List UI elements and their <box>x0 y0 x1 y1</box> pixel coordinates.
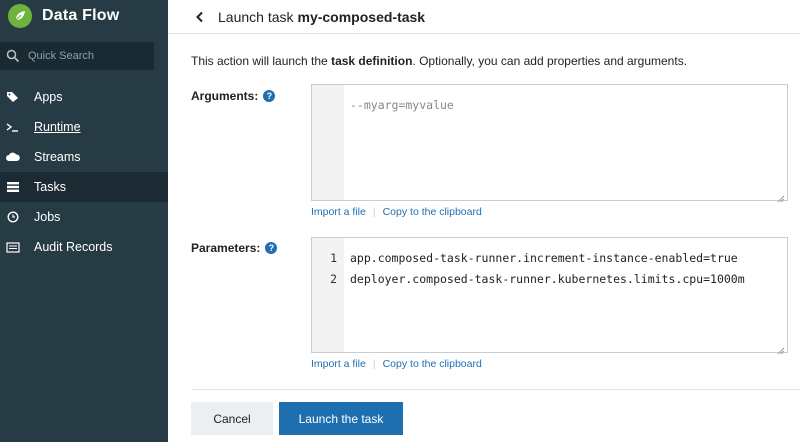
sidebar-nav: Apps Runtime Streams Tasks Jobs Audit Re… <box>0 82 168 262</box>
tasks-icon <box>4 180 22 194</box>
sidebar-item-label: Jobs <box>34 210 61 224</box>
sidebar-item-apps[interactable]: Apps <box>0 82 168 112</box>
help-icon[interactable]: ? <box>263 90 276 102</box>
parameters-links: Import a file | Copy to the clipboard <box>311 358 482 370</box>
spring-logo-icon <box>8 4 32 28</box>
sidebar-item-label: Runtime <box>34 120 81 134</box>
sidebar-item-tasks[interactable]: Tasks <box>0 172 168 202</box>
arguments-import-link[interactable]: Import a file <box>311 206 366 218</box>
link-separator: | <box>372 206 376 218</box>
search-input[interactable] <box>28 50 148 62</box>
help-icon[interactable]: ? <box>265 242 278 254</box>
code-line: deployer.composed-task-runner.kubernetes… <box>350 272 745 286</box>
arguments-row: Arguments: ? <box>191 89 276 103</box>
editor-gutter: 1 2 <box>312 238 344 352</box>
sidebar-item-label: Streams <box>34 150 81 164</box>
intro-text: This action will launch the task definit… <box>191 54 800 68</box>
parameters-label: Parameters: ? <box>191 241 278 255</box>
sidebar-item-runtime[interactable]: Runtime <box>0 112 168 142</box>
intro-bold: task definition <box>331 54 413 68</box>
arguments-editor[interactable]: --myarg=myvalue <box>311 84 788 203</box>
editor-gutter <box>312 85 344 200</box>
parameters-row: Parameters: ? <box>191 241 278 255</box>
terminal-icon <box>4 120 22 134</box>
sidebar-item-label: Audit Records <box>34 240 113 254</box>
arguments-label-text: Arguments: <box>191 89 259 103</box>
launch-form: This action will launch the task definit… <box>191 34 800 435</box>
launch-task-button[interactable]: Launch the task <box>279 402 403 435</box>
sidebar-item-jobs[interactable]: Jobs <box>0 202 168 232</box>
page-header: Launch task my-composed-task <box>168 0 800 34</box>
search-icon <box>6 49 20 63</box>
line-number: 2 <box>330 272 337 286</box>
quick-search[interactable] <box>0 42 154 70</box>
arguments-links: Import a file | Copy to the clipboard <box>311 206 482 218</box>
divider <box>191 389 800 390</box>
sidebar-item-label: Tasks <box>34 180 66 194</box>
sidebar: Data Flow Apps Runtime Streams <box>0 0 168 442</box>
parameters-editor[interactable]: 1 2 app.composed-task-runner.increment-i… <box>311 237 788 355</box>
brand-title: Data Flow <box>42 7 120 24</box>
code-line: app.composed-task-runner.increment-insta… <box>350 251 738 265</box>
intro-before: This action will launch the <box>191 54 332 68</box>
parameters-import-link[interactable]: Import a file <box>311 358 366 370</box>
cancel-button[interactable]: Cancel <box>191 402 273 435</box>
editor-content: --myarg=myvalue <box>350 95 454 116</box>
arguments-copy-link[interactable]: Copy to the clipboard <box>383 206 482 218</box>
back-chevron-icon[interactable] <box>190 7 210 27</box>
intro-after: . Optionally, you can add properties and… <box>412 54 688 68</box>
arguments-label: Arguments: ? <box>191 89 276 103</box>
sidebar-item-audit-records[interactable]: Audit Records <box>0 232 168 262</box>
tags-icon <box>4 90 22 104</box>
parameters-copy-link[interactable]: Copy to the clipboard <box>383 358 482 370</box>
link-separator: | <box>372 358 376 370</box>
task-name: my-composed-task <box>297 8 426 25</box>
arguments-placeholder: --myarg=myvalue <box>350 98 454 112</box>
cloud-icon <box>4 150 22 164</box>
resize-handle-icon[interactable] <box>777 190 785 203</box>
line-number: 1 <box>330 251 337 265</box>
sidebar-item-streams[interactable]: Streams <box>0 142 168 172</box>
parameters-label-text: Parameters: <box>191 241 261 255</box>
list-icon <box>4 240 22 254</box>
editor-content: app.composed-task-runner.increment-insta… <box>350 248 745 290</box>
clock-icon <box>4 210 22 224</box>
brand[interactable]: Data Flow <box>0 0 168 32</box>
resize-handle-icon[interactable] <box>777 342 785 355</box>
sidebar-item-label: Apps <box>34 90 63 104</box>
page-title-prefix: Launch task <box>218 8 294 25</box>
